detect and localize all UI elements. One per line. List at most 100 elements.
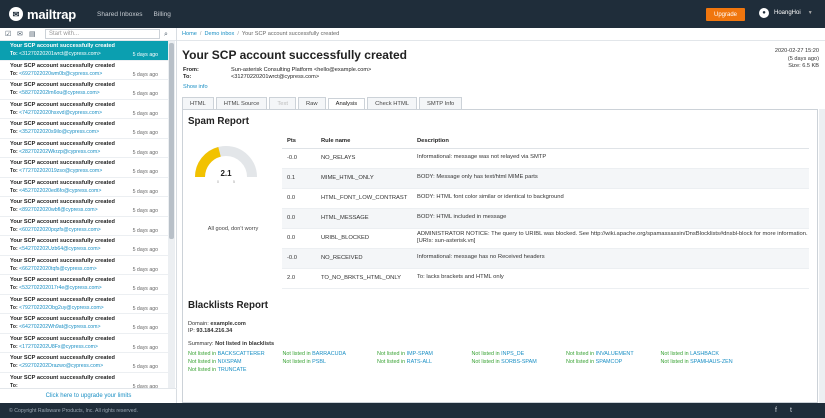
mark-read-icon[interactable]: ☑	[5, 31, 13, 38]
nav-shared-inboxes[interactable]: Shared Inboxes	[97, 11, 143, 18]
tab-html[interactable]: HTML	[182, 97, 214, 109]
blacklist-item: Not listed in PSBL	[282, 359, 326, 365]
blacklists-grid: Not listed in BACKSCATTERER Not listed in…	[188, 351, 748, 373]
delete-icon[interactable]: ▤	[29, 31, 37, 38]
upgrade-limits-link[interactable]: Click here to upgrade your limits	[0, 388, 177, 403]
tab-raw[interactable]: Raw	[297, 97, 326, 109]
message-date: 5 days ago	[132, 305, 158, 312]
blacklist-item: Not listed in SPAMCOP	[566, 359, 623, 365]
tab-check-html[interactable]: Check HTML	[367, 97, 417, 109]
blacklist-item: Not listed in INPS_DE	[471, 351, 525, 357]
footer: © Copyright Railsware Products, Inc. All…	[0, 403, 825, 418]
rule-description: BODY: HTML font color similar or identic…	[412, 188, 809, 209]
copyright-text: © Copyright Railsware Products, Inc. All…	[9, 407, 138, 414]
blacklist-item: Not listed in BARRACUDA	[282, 351, 347, 357]
analysis-panel: Spam Report 2.1 0 5 All good, don't worr…	[182, 109, 818, 403]
clear-inbox-icon[interactable]: ✉	[17, 31, 25, 38]
show-info-link[interactable]: Show info	[183, 84, 208, 90]
blacklist-item: Not listed in INVALUEMENT	[566, 351, 634, 357]
list-item[interactable]: Your SCP account successfully created To:…	[0, 197, 168, 217]
message-subject: Your SCP account successfully created	[10, 82, 115, 88]
message-date: 5 days ago	[132, 266, 158, 273]
list-item[interactable]: Your SCP account successfully created To:…	[0, 61, 168, 80]
search-input[interactable]: Start with...	[45, 29, 160, 39]
blacklists-domain-info: Domain: example.com IP: 93.184.216.34	[188, 321, 246, 335]
tab-html-source[interactable]: HTML Source	[215, 97, 268, 109]
list-item[interactable]: Your SCP account successfully created To:…	[0, 256, 168, 275]
upgrade-button[interactable]: Upgrade	[706, 8, 745, 21]
table-row: 0.0 HTML_FONT_LOW_CONTRAST BODY: HTML font…	[282, 188, 809, 209]
tab-smtp-info[interactable]: SMTP Info	[419, 97, 463, 109]
rule-description: Informational: message was not relayed v…	[412, 148, 809, 169]
message-date: 5 days ago	[132, 227, 158, 234]
list-item[interactable]: Your SCP account successfully created To:…	[0, 217, 168, 236]
top-nav-bar: ✉ mailtrap Shared Inboxes Billing Upgrad…	[0, 0, 825, 28]
mailtrap-logo[interactable]: ✉ mailtrap	[9, 7, 97, 22]
list-item[interactable]: Your SCP account successfully created To:…	[0, 373, 168, 389]
message-subject: Your SCP account successfully created	[10, 160, 115, 166]
list-item[interactable]: Your SCP account successfully created To:…	[0, 236, 168, 256]
col-pts: Pts	[282, 134, 316, 149]
gauge-max: 5	[233, 180, 235, 184]
list-item[interactable]: Your SCP account successfully created To:…	[0, 334, 168, 353]
breadcrumb-home[interactable]: Home	[182, 31, 197, 37]
ip-label: IP:	[188, 328, 195, 334]
domain-value: example.com	[210, 321, 246, 327]
rule-points: 0.0	[282, 228, 316, 249]
list-item[interactable]: Your SCP account successfully created To:…	[0, 158, 168, 178]
rule-name: NO_RECEIVED	[316, 248, 412, 269]
scrollbar-thumb[interactable]	[169, 43, 174, 239]
list-item[interactable]: Your SCP account successfully created To:…	[0, 178, 168, 197]
list-item[interactable]: Your SCP account successfully created To:…	[0, 275, 168, 295]
list-item[interactable]: Your SCP account successfully created To:…	[0, 139, 168, 158]
col-rule: Rule name	[316, 134, 412, 149]
blacklist-item: Not listed in SORBS-SPAM	[471, 359, 537, 365]
blacklist-item: Not listed in RATS-ALL	[377, 359, 433, 365]
list-item[interactable]: Your SCP account successfully created To:…	[0, 314, 168, 334]
domain-label: Domain:	[188, 321, 209, 327]
rule-points: 2.0	[282, 268, 316, 289]
message-date: 5 days ago	[132, 149, 158, 156]
list-item[interactable]: Your SCP account successfully created To:…	[0, 295, 168, 314]
list-item[interactable]: Your SCP account successfully created To:…	[0, 41, 168, 61]
email-subject: Your SCP account successfully created	[182, 48, 407, 62]
sidebar-scrollbar[interactable]	[168, 41, 175, 388]
list-item[interactable]: Your SCP account successfully created To:…	[0, 80, 168, 100]
tab-text: Text	[269, 97, 296, 109]
view-tabs: HTML HTML Source Text Raw Analysis Check HTML…	[182, 97, 464, 110]
nav-billing[interactable]: Billing	[154, 11, 171, 18]
message-subject: Your SCP account successfully created	[10, 140, 115, 147]
list-item[interactable]: Your SCP account successfully created To:…	[0, 119, 168, 139]
message-date: 5 days ago	[132, 52, 158, 58]
message-date: 5 days ago	[132, 71, 158, 78]
to-value: <31270220201wrct@cypress.com>	[231, 74, 320, 80]
user-menu[interactable]: ● HoangHoi ▼	[759, 8, 813, 18]
user-name: HoangHoi	[774, 10, 801, 16]
table-row: -0.0 NO_RECEIVED Informational: message ha…	[282, 248, 809, 269]
list-item[interactable]: Your SCP account successfully created To:…	[0, 100, 168, 119]
search-icon[interactable]: ⌕	[164, 31, 172, 38]
gauge-min: 0	[217, 180, 219, 184]
blacklist-item: Not listed in IMP-SPAM	[377, 351, 433, 357]
message-date: 5 days ago	[132, 208, 158, 214]
blacklists-heading: Blacklists Report	[188, 300, 269, 311]
facebook-icon[interactable]: f	[775, 407, 777, 414]
message-subject: Your SCP account successfully created	[10, 101, 115, 108]
message-date: 5 days ago	[132, 110, 158, 117]
blacklist-item: Not listed in LASHBACK	[660, 351, 719, 357]
message-subject: Your SCP account successfully created	[10, 218, 115, 225]
message-view: Home / Demo inbox / Your SCP account suc…	[177, 28, 825, 403]
spam-rules-table: Pts Rule name Description -0.0 NO_RELAYS I…	[282, 134, 809, 289]
rule-name: MIME_HTML_ONLY	[316, 168, 412, 189]
list-item[interactable]: Your SCP account successfully created To:…	[0, 353, 168, 373]
ip-value: 93.184.216.34	[196, 328, 233, 334]
email-size: Size: 6.5 KB	[788, 63, 819, 69]
breadcrumb-inbox[interactable]: Demo inbox	[204, 31, 234, 37]
message-subject: Your SCP account successfully created	[10, 199, 115, 205]
twitter-icon[interactable]: t	[790, 407, 792, 414]
table-row: 2.0 TO_NO_BRKTS_HTML_ONLY To: lacks bracke…	[282, 268, 809, 289]
page-scrollbar[interactable]	[819, 109, 825, 403]
message-subject: Your SCP account successfully created	[10, 179, 115, 186]
rule-points: 0.1	[282, 168, 316, 189]
message-subject: Your SCP account successfully created	[10, 335, 115, 342]
